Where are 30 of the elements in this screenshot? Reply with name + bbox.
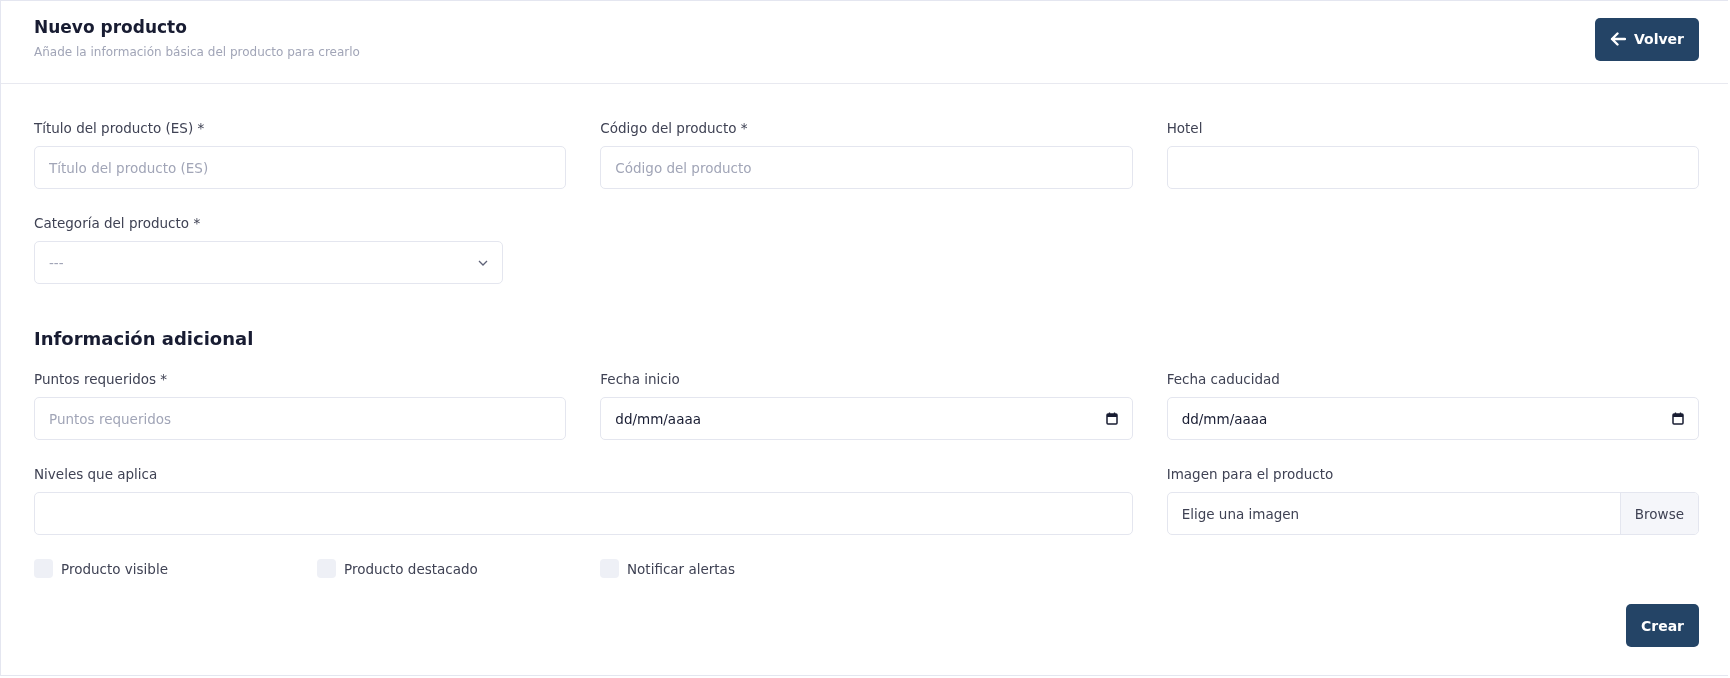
file-name-text: Elige una imagen	[1180, 504, 1301, 524]
arrow-left-icon	[1610, 32, 1626, 46]
field-label: Hotel	[1166, 119, 1204, 138]
field-label: Título del producto (ES) *	[34, 119, 206, 138]
create-button[interactable]: Crear	[1625, 604, 1699, 647]
page-title: Nuevo producto	[34, 17, 188, 37]
field-label: Imagen para el producto	[1166, 465, 1335, 484]
checkbox-label: Producto destacado	[344, 560, 478, 577]
page-subtitle: Añade la información básica del producto para crearlo	[34, 45, 360, 59]
field-label: Fecha caducidad	[1166, 370, 1281, 389]
calendar-icon	[1105, 412, 1118, 425]
browse-button[interactable]: Browse	[1619, 493, 1698, 534]
text-field[interactable]: Código del producto	[600, 146, 1133, 189]
checkbox-label: Producto visible	[61, 560, 168, 577]
field-label: Fecha inicio	[600, 370, 681, 389]
field-label: Código del producto *	[600, 119, 749, 138]
chevron-down-icon	[478, 259, 488, 266]
field-label: Categoría del producto *	[34, 214, 202, 233]
calendar-icon	[1672, 412, 1684, 425]
text-field[interactable]	[1166, 146, 1699, 189]
text-field[interactable]	[34, 492, 1133, 535]
field-label: Puntos requeridos *	[34, 370, 169, 389]
section-heading: Información adicional	[34, 328, 255, 349]
date-field[interactable]: dd/mm/aaaa	[600, 397, 1133, 440]
date-field[interactable]: dd/mm/aaaa	[1166, 397, 1699, 440]
text-field[interactable]: Título del producto (ES)	[34, 146, 567, 189]
field-label: Niveles que aplica	[34, 465, 159, 484]
back-button[interactable]: Volver	[1595, 17, 1699, 61]
checkbox-label: Notificar alertas	[627, 560, 735, 577]
text-field[interactable]: Puntos requeridos	[34, 397, 567, 440]
